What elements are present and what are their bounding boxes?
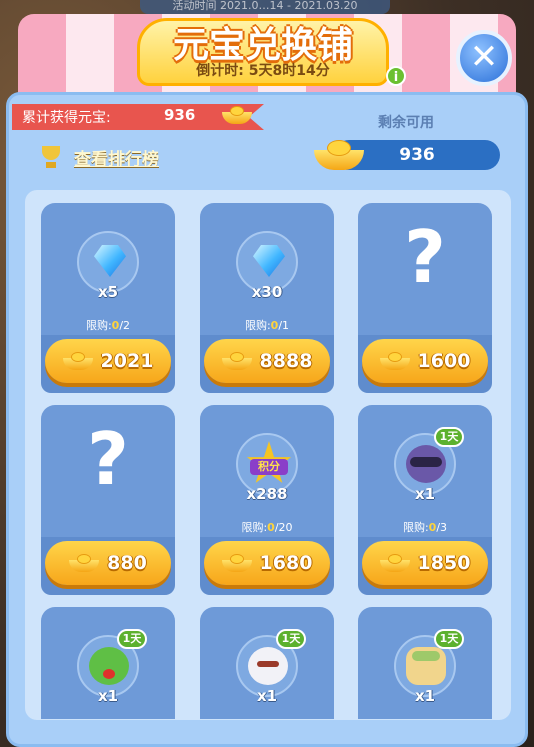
gold-ingot-icon [69,554,100,572]
countdown-timer: 倒计时: 5天8时14分 [196,63,330,79]
gold-ingot-icon [379,352,410,370]
mystery-icon: ? [87,417,129,501]
limit-label: 限购: [241,521,268,534]
diamond-icon [94,245,126,277]
shop-item-card[interactable]: 1天 x1 限购:0/3 1850 [358,405,492,595]
remaining-label: 剩余可用 [378,115,434,131]
limit-total: /1 [278,319,290,332]
earned-value: 936 [164,106,196,124]
info-icon[interactable]: i [386,66,406,86]
cake-avatar-icon [406,647,446,685]
gold-ingot-icon [222,106,252,124]
cat-avatar-icon [406,445,446,483]
mystery-icon: ? [404,215,446,299]
purchase-limit: 限购:0/2 [41,317,175,333]
purchase-limit: 限购:0/20 [200,519,334,535]
limit-label: 限购: [244,319,271,332]
shop-item-card[interactable]: x5 限购:0/2 2021 [41,203,175,393]
gold-ingot-icon [314,140,364,170]
price: 1600 [417,350,471,372]
item-quantity: x1 [256,687,278,705]
item-quantity: x1 [414,485,436,503]
buy-button[interactable]: 880 [45,541,171,585]
item-quantity: x30 [251,283,283,301]
shop-item-card[interactable]: ? 880 [41,405,175,595]
limit-total: /2 [119,319,131,332]
shop-item-card[interactable]: 1天 x1 [358,607,492,719]
duration-badge: 1天 [276,629,306,649]
gold-ingot-icon [221,352,252,370]
shop-item-card[interactable]: 1天 x1 [41,607,175,719]
shop-item-card[interactable]: 积分 x288 限购:0/20 1680 [200,405,334,595]
purchase-limit: 限购:0/1 [200,317,334,333]
limit-label: 限购: [402,521,429,534]
gold-ingot-icon [62,352,93,370]
gold-ingot-icon [221,554,252,572]
limit-total: /20 [274,521,293,534]
leaderboard-link-label[interactable]: 查看排行榜 [74,145,159,170]
shop-item-card[interactable]: x30 限购:0/1 8888 [200,203,334,393]
price: 1680 [259,552,313,574]
limit-used: 0 [267,521,275,534]
duration-badge: 1天 [434,629,464,649]
price: 8888 [259,350,313,372]
diamond-icon [253,245,285,277]
buy-button[interactable]: 1850 [362,541,488,585]
trophy-icon [38,144,64,170]
price: 2021 [100,350,154,372]
item-quantity: x1 [97,687,119,705]
item-quantity: x288 [246,485,288,503]
close-button[interactable]: ✕ [456,30,512,86]
item-quantity: x5 [97,283,119,301]
buy-button[interactable]: 1600 [362,339,488,383]
points-star-label: 积分 [250,459,288,475]
purchase-limit: 限购:0/3 [358,519,492,535]
limit-label: 限购: [85,319,112,332]
item-quantity: x1 [414,687,436,705]
frog-avatar-icon [89,647,129,685]
bunny-avatar-icon [248,647,288,685]
price: 1850 [417,552,471,574]
duration-badge: 1天 [117,629,147,649]
buy-button[interactable]: 2021 [45,339,171,383]
duration-badge: 1天 [434,427,464,447]
shop-item-card[interactable]: 1天 x1 [200,607,334,719]
earned-label: 累计获得元宝: [22,110,111,126]
event-time-strip: 活动时间 2021.0…14 - 2021.03.20 [140,0,390,14]
leaderboard-link[interactable]: 查看排行榜 [38,142,159,172]
gold-ingot-icon [379,554,410,572]
buy-button[interactable]: 1680 [204,541,330,585]
shop-item-card[interactable]: ? 1600 [358,203,492,393]
limit-total: /3 [436,521,448,534]
buy-button[interactable]: 8888 [204,339,330,383]
price: 880 [107,552,147,574]
